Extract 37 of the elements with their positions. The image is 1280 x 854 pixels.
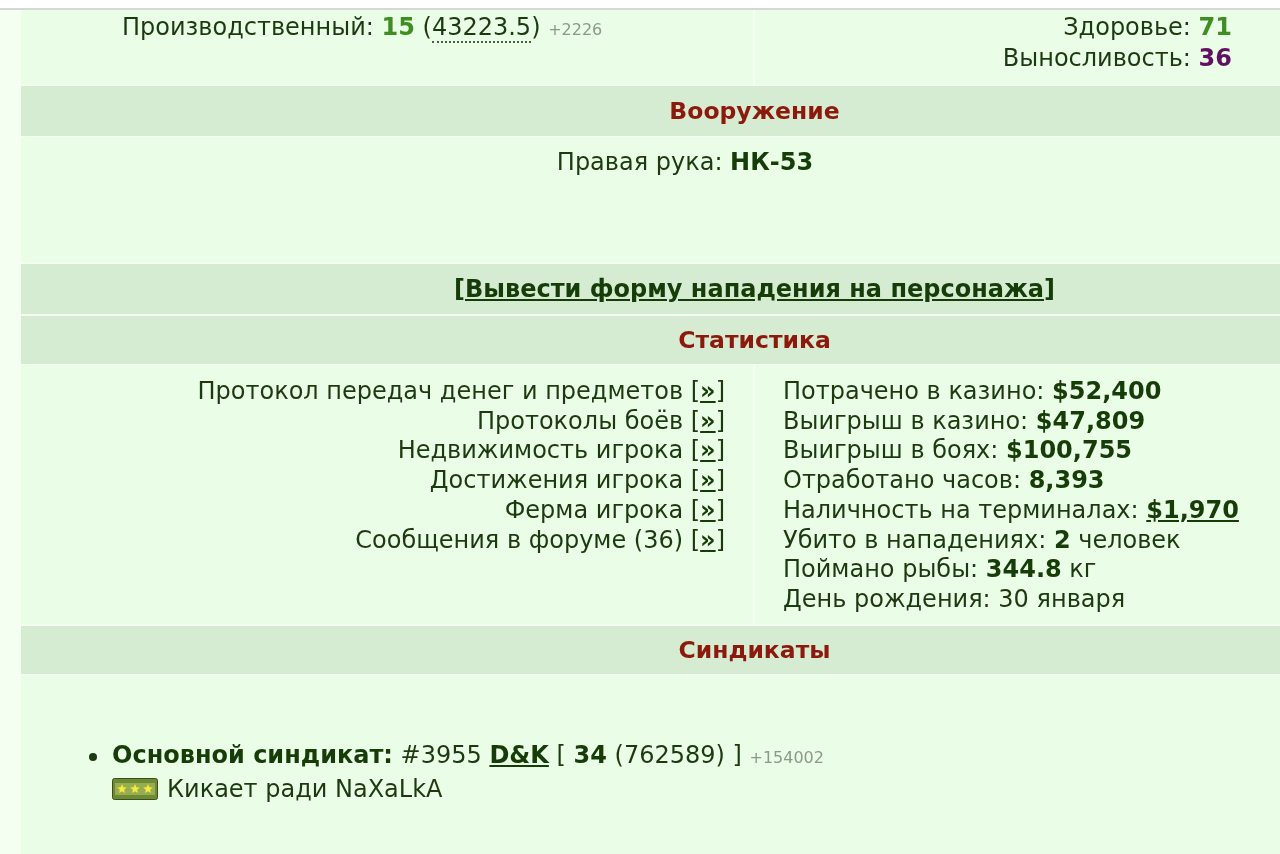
rank-badge-icon: [112, 778, 158, 800]
bullet-icon: [89, 752, 97, 761]
skill-line: Производственный: 15 (43223.5) +2226: [122, 13, 603, 41]
history-line: Ферма игрока [»]: [504, 495, 725, 524]
syndicate-line: Основной синдикат: #3955 D&K [ 34 (762589) ] +154002: [112, 740, 824, 771]
more-link[interactable]: »: [700, 436, 716, 465]
section-title: Статистика: [678, 326, 831, 354]
more-link[interactable]: »: [700, 495, 716, 524]
syndicate-link[interactable]: D&K: [489, 741, 549, 769]
more-link[interactable]: »: [700, 525, 716, 554]
value-link[interactable]: $1,970: [1146, 495, 1239, 524]
history-line: Протоколы боёв [»]: [477, 406, 725, 435]
attack-form-link[interactable]: Вывести форму нападения на персонажа: [465, 275, 1044, 303]
vital-value: 71: [1198, 13, 1232, 41]
more-link[interactable]: »: [700, 466, 716, 495]
more-link[interactable]: »: [700, 406, 716, 435]
stat-line: Поймано рыбы: 344.8 кг: [783, 555, 1097, 584]
stat-line: Выигрыш в казино: $47,809: [783, 406, 1146, 435]
stat-line: День рождения: 30 января: [783, 584, 1126, 613]
section-title: Вооружение: [669, 97, 840, 125]
stat-line: Убито в нападениях: 2 человек: [783, 525, 1181, 554]
stat-line: Потрачено в казино: $52,400: [783, 377, 1162, 405]
vital-label: Выносливость:: [1002, 44, 1191, 72]
section-title: Синдикаты: [678, 636, 831, 664]
more-link[interactable]: »: [700, 377, 716, 405]
attack-line: [Вывести форму нападения на персонажа]: [454, 275, 1055, 303]
stat-line: Наличность на терминалах: $1,970: [783, 495, 1239, 524]
stat-line: Выигрыш в боях: $100,755: [783, 436, 1133, 465]
weapon-slot: Правая рука: НК-53: [556, 148, 814, 176]
history-line: Сообщения в форуме (36) [»]: [355, 525, 725, 554]
vital-label: Здоровье:: [1063, 13, 1191, 41]
stat-line: Отработано часов: 8,393: [783, 466, 1105, 495]
history-line: Протокол передач денег и предметов [»]: [197, 377, 725, 405]
history-line: Недвижимость игрока [»]: [397, 436, 725, 465]
vital-value: 36: [1198, 44, 1232, 72]
syndicate-status: Кикает ради NaXaLkA: [167, 774, 443, 804]
history-line: Достижения игрока [»]: [429, 466, 725, 495]
